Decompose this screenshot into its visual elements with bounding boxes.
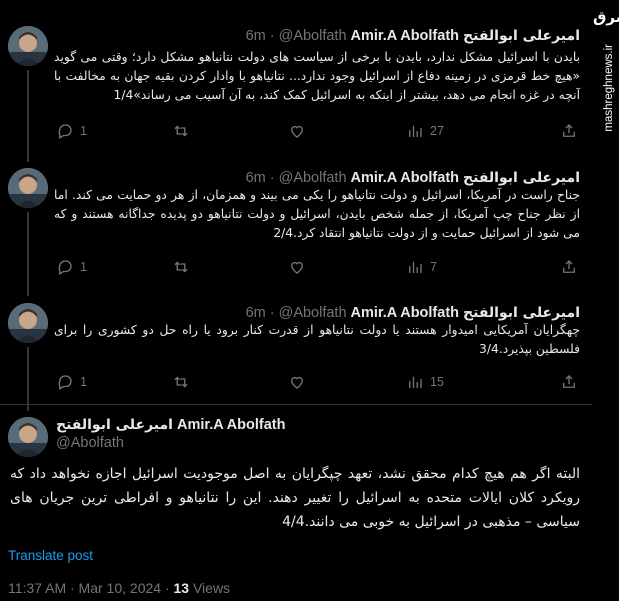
views-count: 15	[430, 375, 444, 389]
tweet-text: بایدن با اسرائیل مشکل ندارد، بایدن با بر…	[54, 50, 580, 102]
tweet-actions: 1 15	[54, 373, 578, 393]
share-button[interactable]	[560, 258, 578, 276]
site-url: mashreghnews.ir	[603, 44, 615, 132]
views-label: Views	[189, 580, 231, 596]
views-icon	[409, 125, 422, 137]
reply-icon	[58, 124, 72, 139]
dot-separator: ·	[269, 305, 275, 321]
view-count: 13	[173, 580, 190, 596]
author-name-en[interactable]: Amir.A Abolfath	[351, 305, 459, 321]
views-icon	[409, 261, 422, 273]
share-icon	[563, 260, 575, 273]
author-handle[interactable]: @Abolfath	[279, 170, 347, 186]
tweet-timestamp[interactable]: 11:37 AM · Mar 10, 2024 · 13 Views	[8, 580, 230, 596]
views-count: 27	[430, 124, 444, 138]
thread-line	[27, 212, 29, 296]
reply-count: 1	[80, 375, 87, 389]
avatar[interactable]	[8, 417, 48, 457]
views-button[interactable]: 27	[406, 122, 444, 140]
repost-button[interactable]	[172, 258, 196, 276]
author-name-fa[interactable]: امیرعلی ابوالفتح	[463, 170, 580, 186]
tweet-header: 6m · @Abolfath Amir.A Abolfath امیرعلی ا…	[246, 168, 580, 188]
thread-tweet-1[interactable]: 6m · @Abolfath Amir.A Abolfath امیرعلی ا…	[0, 14, 592, 162]
tweet-time[interactable]: 6m	[246, 170, 266, 186]
like-icon	[291, 261, 303, 274]
thread-line	[27, 347, 29, 411]
share-button[interactable]	[560, 373, 578, 391]
author-handle[interactable]: @Abolfath	[279, 305, 347, 321]
reply-count: 1	[80, 124, 87, 138]
main-tweet-text: البته اگر هم هیچ کدام محقق نشد، تعهد چپگ…	[10, 466, 580, 530]
reply-icon	[58, 260, 72, 275]
tweet-time[interactable]: 6m	[246, 305, 266, 321]
author-name-en[interactable]: Amir.A Abolfath	[177, 417, 285, 433]
avatar[interactable]	[8, 168, 48, 208]
reply-button[interactable]: 1	[56, 122, 87, 140]
author-handle[interactable]: @Abolfath	[279, 28, 347, 44]
avatar[interactable]	[8, 303, 48, 343]
author-name-fa[interactable]: امیرعلی ابوالفتح	[463, 28, 580, 44]
like-button[interactable]	[288, 122, 312, 140]
repost-icon	[174, 261, 188, 273]
like-button[interactable]	[288, 373, 312, 391]
site-logo: مشرق	[593, 8, 619, 26]
like-button[interactable]	[288, 258, 312, 276]
reply-icon	[58, 375, 72, 390]
like-icon	[291, 125, 303, 138]
author-name-fa[interactable]: امیرعلی ابوالفتح	[463, 305, 580, 321]
reply-button[interactable]: 1	[56, 258, 87, 276]
author-name-fa[interactable]: امیرعلی ابوالفتح	[56, 417, 173, 433]
watermark-strip: مشرق mashreghnews.ir	[592, 0, 619, 601]
reply-button[interactable]: 1	[56, 373, 87, 391]
tweet-header: 6m · @Abolfath Amir.A Abolfath امیرعلی ا…	[246, 26, 580, 46]
dot-separator: ·	[269, 170, 275, 186]
views-icon	[409, 376, 422, 388]
author-name-en[interactable]: Amir.A Abolfath	[351, 170, 459, 186]
repost-icon	[174, 125, 188, 137]
repost-icon	[174, 376, 188, 388]
tweet-actions: 1 27	[54, 122, 578, 142]
thread-tweet-3[interactable]: 6m · @Abolfath Amir.A Abolfath امیرعلی ا…	[0, 291, 592, 411]
reply-count: 1	[80, 260, 87, 274]
share-icon	[563, 124, 575, 137]
author-handle[interactable]: @Abolfath	[56, 435, 285, 451]
avatar[interactable]	[8, 26, 48, 66]
thread-tweet-2[interactable]: 6m · @Abolfath Amir.A Abolfath امیرعلی ا…	[0, 156, 592, 296]
tweet-text: جناح راست در آمریکا، اسرائیل و دولت نتان…	[54, 188, 580, 240]
dot-separator: ·	[269, 28, 275, 44]
timestamp-text: 11:37 AM · Mar 10, 2024 ·	[8, 580, 174, 596]
tweet-text: چهگرایان آمریکایی امیدوار هستند یا دولت …	[54, 323, 580, 356]
repost-button[interactable]	[172, 122, 196, 140]
author-name-en[interactable]: Amir.A Abolfath	[351, 28, 459, 44]
tweet-header: 6m · @Abolfath Amir.A Abolfath امیرعلی ا…	[246, 303, 580, 323]
tweet-actions: 1 7	[54, 258, 578, 278]
repost-button[interactable]	[172, 373, 196, 391]
main-tweet: امیرعلی ابوالفتح Amir.A Abolfath @Abolfa…	[0, 405, 592, 601]
translate-link[interactable]: Translate post	[8, 548, 93, 563]
thread-line	[27, 70, 29, 162]
thread-timeline: 6m · @Abolfath Amir.A Abolfath امیرعلی ا…	[0, 0, 592, 601]
share-button[interactable]	[560, 122, 578, 140]
main-tweet-header: امیرعلی ابوالفتح Amir.A Abolfath @Abolfa…	[56, 417, 285, 451]
share-icon	[563, 375, 575, 388]
views-button[interactable]: 15	[406, 373, 444, 391]
views-button[interactable]: 7	[406, 258, 437, 276]
tweet-time[interactable]: 6m	[246, 28, 266, 44]
like-icon	[291, 376, 303, 389]
views-count: 7	[430, 260, 437, 274]
